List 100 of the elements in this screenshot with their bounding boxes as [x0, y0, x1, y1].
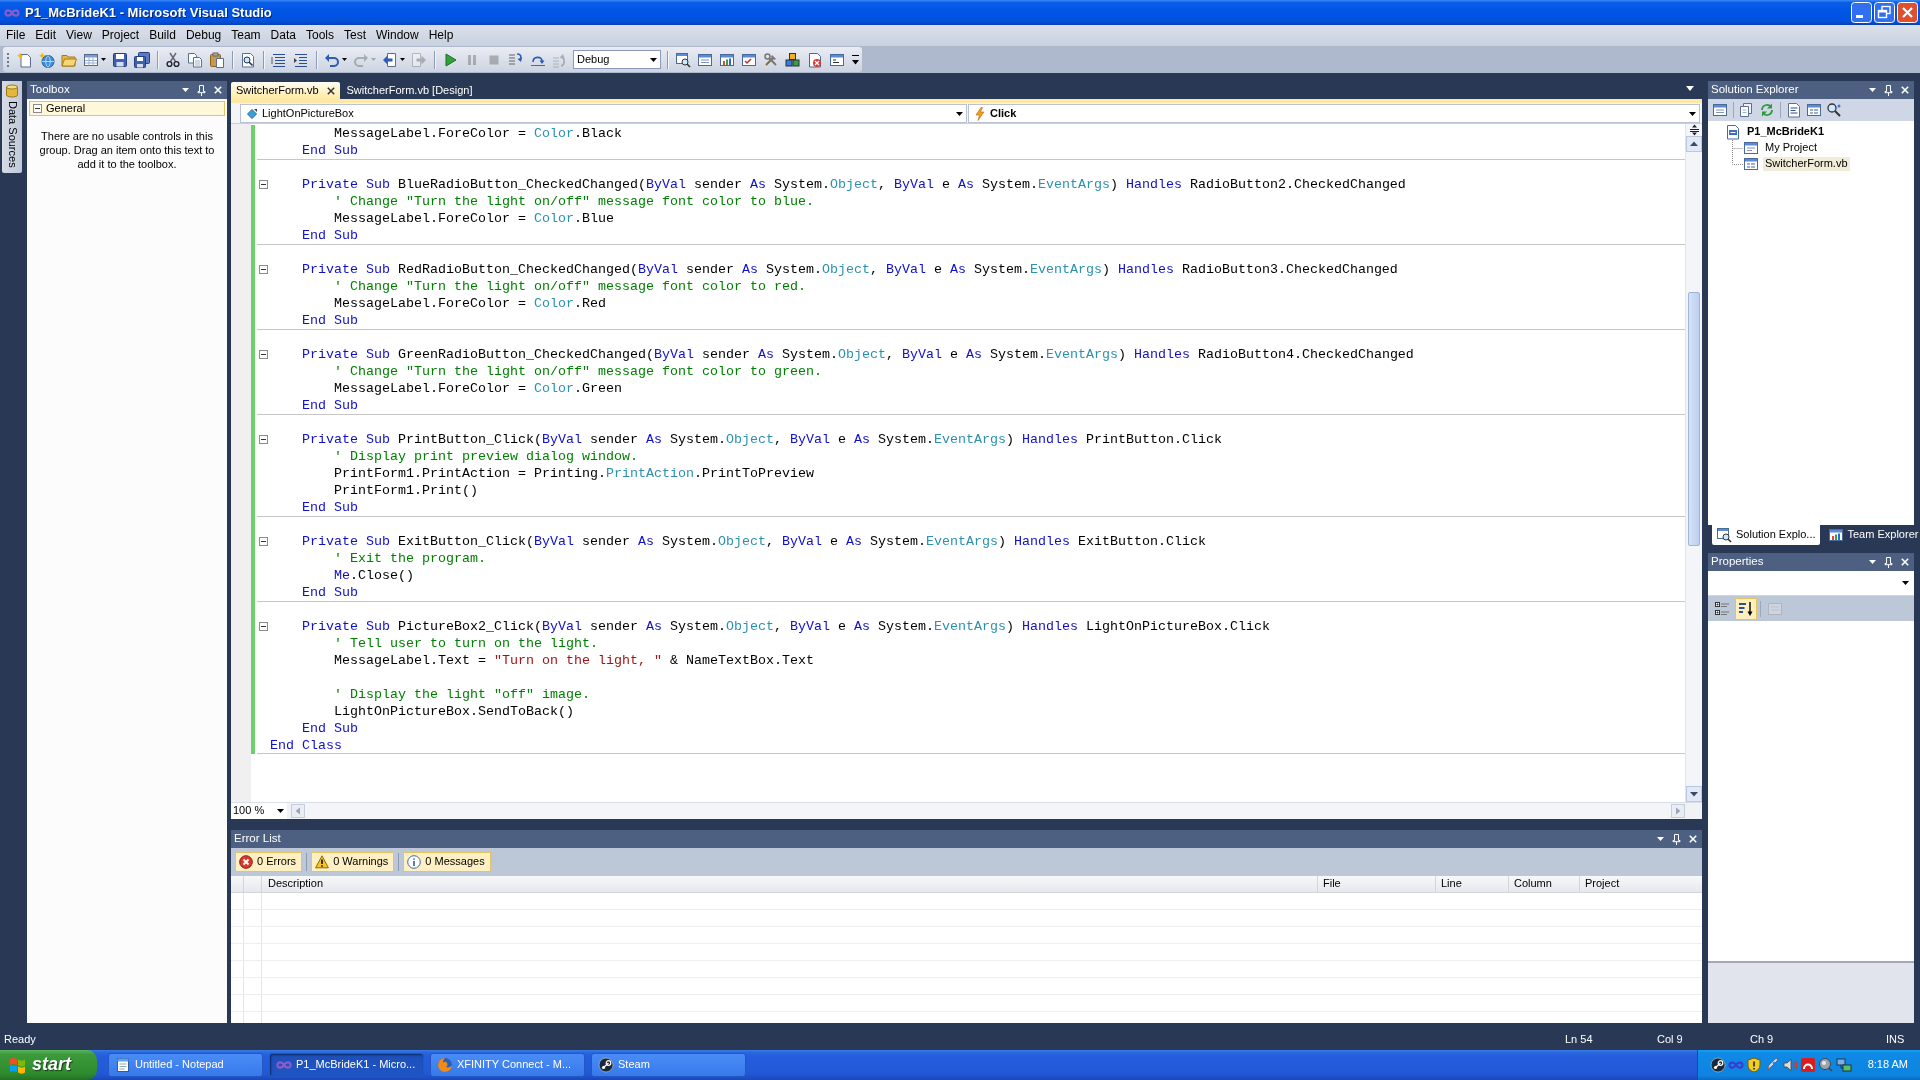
- cut-icon[interactable]: [165, 51, 181, 68]
- caret-icon[interactable]: [1657, 837, 1664, 841]
- caret-icon[interactable]: [101, 58, 106, 61]
- lines-arrow-icon[interactable]: [293, 51, 309, 68]
- find-icon[interactable]: [240, 51, 256, 68]
- blocks-icon[interactable]: [785, 51, 801, 68]
- pin-icon[interactable]: [1672, 833, 1681, 845]
- caret-icon[interactable]: [1869, 560, 1876, 564]
- form-icon[interactable]: [1806, 102, 1822, 118]
- collapse-icon[interactable]: [259, 350, 268, 359]
- menu-item[interactable]: Debug: [180, 28, 227, 43]
- tree-item[interactable]: SwitcherForm.vb: [1763, 157, 1850, 171]
- menu-item[interactable]: Project: [96, 28, 145, 43]
- copy-icon[interactable]: [187, 51, 203, 68]
- collapse-icon[interactable]: [259, 435, 268, 444]
- globe-icon[interactable]: [39, 51, 55, 68]
- save-all-icon[interactable]: [134, 51, 150, 68]
- pin-icon[interactable]: [1884, 84, 1893, 96]
- grip-icon[interactable]: [6, 50, 10, 69]
- tools-icon[interactable]: [763, 51, 779, 68]
- menu-item[interactable]: Build: [144, 28, 181, 43]
- chart-window-icon[interactable]: [719, 51, 735, 68]
- taskbar-button[interactable]: P1_McBrideK1 - Micro...: [269, 1053, 424, 1077]
- column-header[interactable]: Project: [1580, 876, 1702, 892]
- minimize-icon[interactable]: [1851, 2, 1872, 23]
- back-icon[interactable]: [382, 51, 398, 68]
- page-stop-icon[interactable]: [807, 51, 823, 68]
- menu-item[interactable]: Team: [226, 28, 266, 43]
- pen-icon[interactable]: [1763, 1057, 1780, 1073]
- overflow-icon[interactable]: [852, 53, 859, 66]
- list-window-icon[interactable]: [697, 51, 713, 68]
- magnifier-icon[interactable]: [1826, 102, 1842, 118]
- zoom-combo[interactable]: 100 %: [231, 803, 287, 819]
- taskbar-button[interactable]: Untitled - Notepad: [108, 1053, 263, 1077]
- menu-item[interactable]: View: [61, 28, 97, 43]
- play-icon[interactable]: [442, 51, 458, 68]
- close-icon[interactable]: [326, 86, 335, 95]
- caret-icon[interactable]: [1686, 86, 1694, 91]
- window-icon[interactable]: [829, 51, 845, 68]
- caret-icon[interactable]: [400, 58, 405, 61]
- column-header[interactable]: File: [1318, 876, 1436, 892]
- scroll-down-icon[interactable]: [1686, 786, 1702, 802]
- save-icon[interactable]: [112, 51, 128, 68]
- menu-item[interactable]: Test: [338, 28, 371, 43]
- panel-tab[interactable]: Solution Explo...: [1712, 525, 1820, 545]
- arc-tile-icon[interactable]: [1799, 1057, 1816, 1073]
- window-magnifier-icon[interactable]: [675, 51, 691, 68]
- collapse-icon[interactable]: [259, 537, 268, 546]
- toolbox-group[interactable]: General: [29, 101, 225, 116]
- speaker-icon[interactable]: [1781, 1057, 1798, 1073]
- document-tab[interactable]: SwitcherForm.vb [Design]: [341, 82, 478, 99]
- menu-item[interactable]: Data: [265, 28, 301, 43]
- lens-icon[interactable]: [1817, 1057, 1834, 1073]
- linked-circles-icon[interactable]: [1709, 1057, 1726, 1073]
- type-dropdown[interactable]: LightOnPictureBox: [240, 104, 967, 123]
- configuration-combo[interactable]: Debug: [573, 50, 661, 69]
- document-tab[interactable]: SwitcherForm.vb: [231, 82, 340, 99]
- tree-item[interactable]: My Project: [1763, 141, 1819, 155]
- caret-icon[interactable]: [342, 58, 347, 61]
- sort-down-icon[interactable]: [1735, 597, 1757, 620]
- new-file-icon[interactable]: [17, 51, 33, 68]
- shield-icon[interactable]: [1745, 1057, 1762, 1073]
- start-button[interactable]: start: [0, 1050, 97, 1080]
- lines-icon[interactable]: [271, 51, 287, 68]
- collapse-icon[interactable]: [259, 622, 268, 631]
- paste-icon[interactable]: [209, 51, 225, 68]
- pages-icon[interactable]: [1739, 102, 1755, 118]
- grid-icon[interactable]: [83, 51, 99, 68]
- column-header[interactable]: Column: [1509, 876, 1580, 892]
- filter-button[interactable]: 0 Warnings: [311, 852, 395, 872]
- code-page-icon[interactable]: [1786, 102, 1802, 118]
- side-tab[interactable]: Data Sources: [2, 81, 22, 173]
- scroll-thumb[interactable]: [1688, 292, 1700, 547]
- checklist-window-icon[interactable]: [741, 51, 757, 68]
- collapse-icon[interactable]: [259, 265, 268, 274]
- filter-button[interactable]: 0 Errors: [235, 852, 303, 872]
- column-header[interactable]: Line: [1436, 876, 1509, 892]
- arrow-down-lines-icon[interactable]: [508, 51, 524, 68]
- restore-icon[interactable]: [1874, 2, 1895, 23]
- pin-icon[interactable]: [197, 84, 206, 96]
- caret-icon[interactable]: [182, 88, 189, 92]
- scroll-up-icon[interactable]: [1686, 136, 1702, 152]
- column-header[interactable]: Description: [262, 876, 1318, 892]
- taskbar-button[interactable]: XFINITY Connect - M...: [430, 1053, 585, 1077]
- menu-item[interactable]: Tools: [300, 28, 339, 43]
- tree-item[interactable]: P1_McBrideK1: [1745, 125, 1827, 139]
- collapse-icon[interactable]: [259, 180, 268, 189]
- vertical-scrollbar[interactable]: [1685, 124, 1702, 802]
- menu-item[interactable]: File: [1, 28, 31, 43]
- taskbar-button[interactable]: Steam: [591, 1053, 746, 1077]
- menu-item[interactable]: Edit: [30, 28, 62, 43]
- panel-tab[interactable]: Team Explorer: [1823, 525, 1920, 545]
- filter-button[interactable]: 0 Messages: [403, 852, 491, 872]
- list-window-icon[interactable]: [1712, 102, 1728, 118]
- menu-item[interactable]: Help: [423, 28, 459, 43]
- monitors-icon[interactable]: [1835, 1057, 1852, 1073]
- caret-icon[interactable]: [1869, 88, 1876, 92]
- menu-item[interactable]: Window: [371, 28, 424, 43]
- pin-icon[interactable]: [1884, 556, 1893, 568]
- member-dropdown[interactable]: Click: [968, 104, 1700, 123]
